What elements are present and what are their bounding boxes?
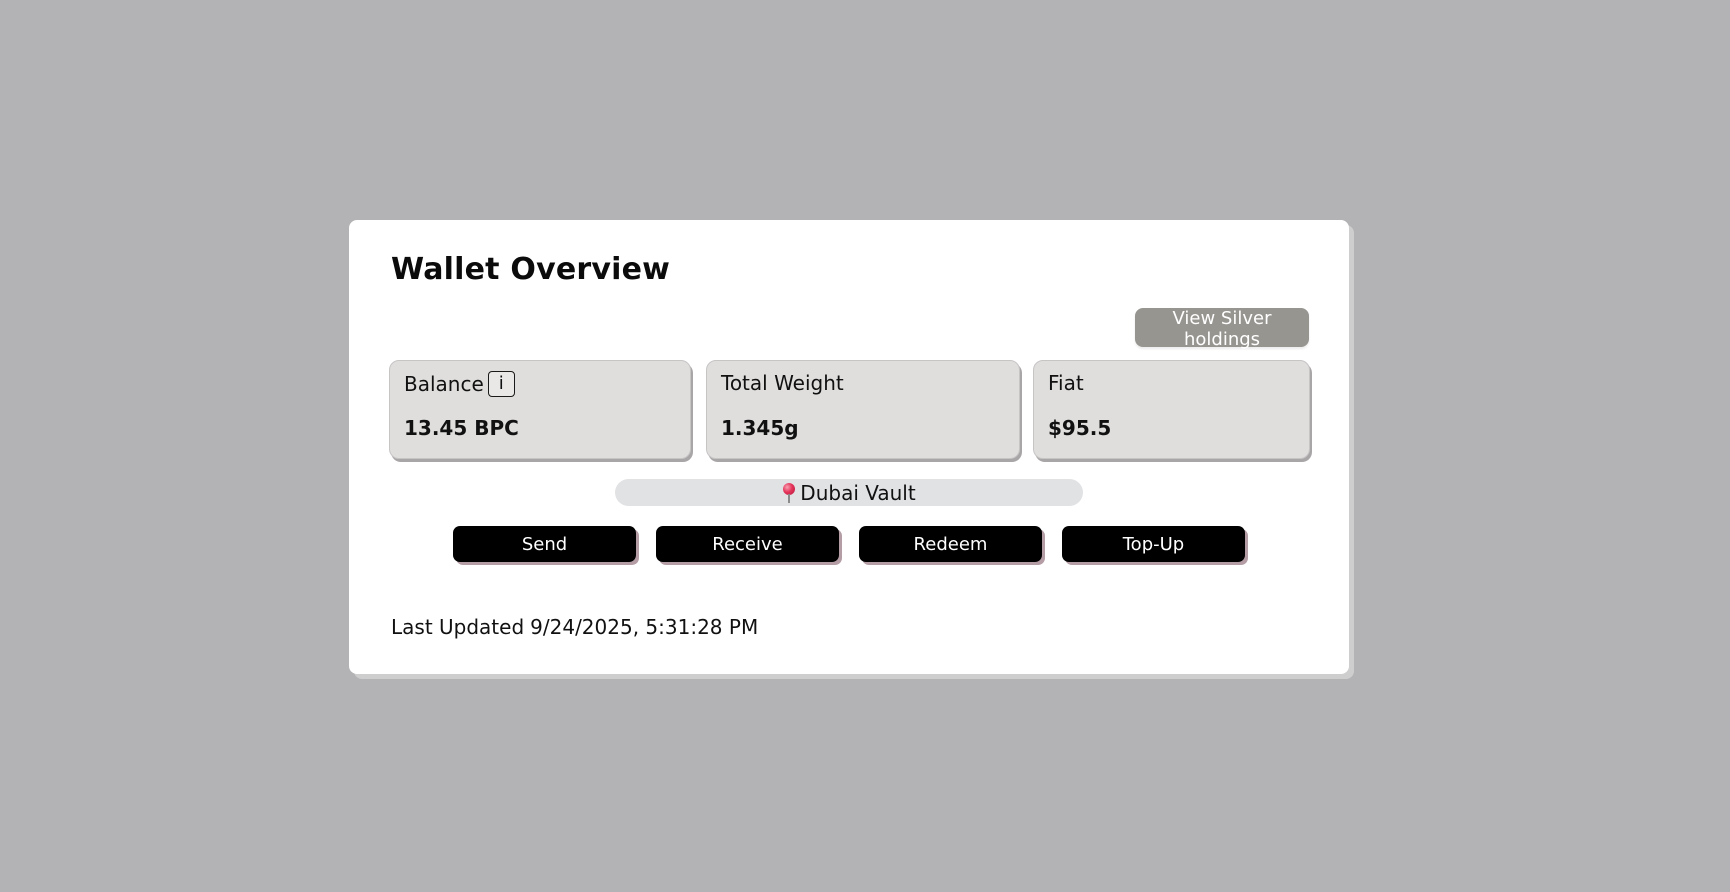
- view-silver-holdings-button[interactable]: View Silver holdings: [1135, 308, 1309, 350]
- last-updated: Last Updated 9/24/2025, 5:31:28 PM: [391, 615, 758, 639]
- vault-location-pill: Dubai Vault: [615, 479, 1083, 506]
- redeem-button[interactable]: Redeem: [859, 526, 1042, 562]
- balance-info-button[interactable]: i: [487, 371, 515, 397]
- fiat-value: $95.5: [1048, 416, 1112, 440]
- pushpin-icon: [782, 482, 796, 504]
- fiat-label: Fiat: [1048, 371, 1084, 395]
- balance-label: Balance: [404, 372, 484, 396]
- balance-card: Balance i 13.45 BPC: [389, 360, 691, 459]
- balance-value: 13.45 BPC: [404, 416, 519, 440]
- total-weight-value: 1.345g: [721, 416, 799, 440]
- send-button[interactable]: Send: [453, 526, 636, 562]
- vault-location-label: Dubai Vault: [800, 480, 916, 505]
- last-updated-label: Last Updated: [391, 615, 525, 639]
- top-up-button[interactable]: Top-Up: [1062, 526, 1245, 562]
- fiat-card: Fiat $95.5: [1033, 360, 1310, 459]
- total-weight-label: Total Weight: [721, 371, 844, 395]
- total-weight-card: Total Weight 1.345g: [706, 360, 1020, 459]
- action-buttons: Send Receive Redeem Top-Up: [453, 526, 1245, 562]
- balance-label-row: Balance i: [404, 371, 515, 397]
- page-title: Wallet Overview: [391, 252, 671, 287]
- receive-button[interactable]: Receive: [656, 526, 839, 562]
- last-updated-value: 9/24/2025, 5:31:28 PM: [530, 615, 759, 639]
- wallet-overview-card: Wallet Overview View Silver holdings Bal…: [349, 220, 1349, 674]
